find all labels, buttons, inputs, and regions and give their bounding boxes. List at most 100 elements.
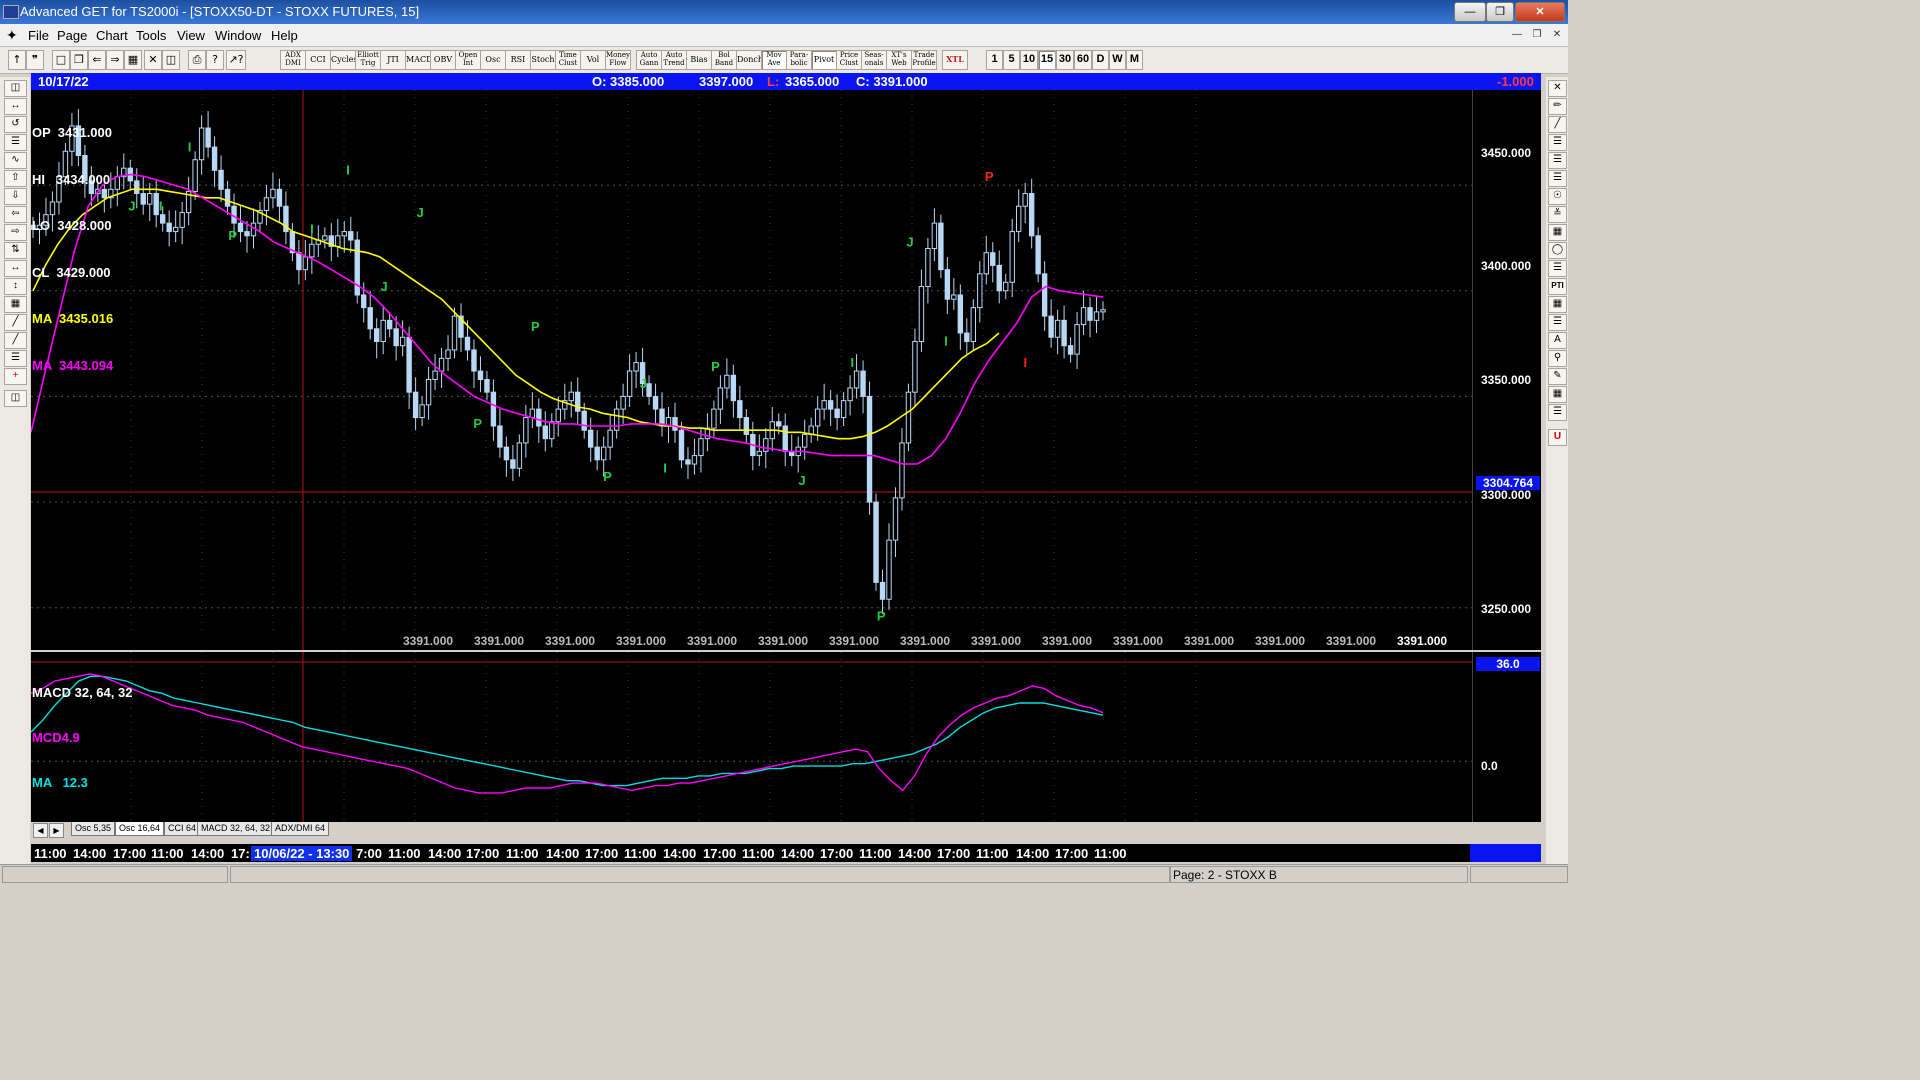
table-icon[interactable]: ▦ xyxy=(1548,386,1567,403)
mdi-close-icon[interactable]: ✕ xyxy=(1548,27,1566,43)
layers-icon[interactable]: ☰ xyxy=(1548,404,1567,421)
period-button-1[interactable]: 1 xyxy=(986,50,1003,70)
study-button-bias[interactable]: Bias xyxy=(686,50,712,70)
pitchfork-icon[interactable]: ☰ xyxy=(1548,260,1567,277)
menu-chart[interactable]: Chart xyxy=(96,28,128,43)
help-icon[interactable]: ? xyxy=(206,50,224,70)
quote-icon[interactable]: ❞ xyxy=(26,50,44,70)
period-button-30[interactable]: 30 xyxy=(1056,50,1074,70)
study-button-openint[interactable]: Open Int xyxy=(455,50,481,70)
context-help-icon[interactable]: ↗? xyxy=(226,50,246,70)
study-button-donch[interactable]: Donch xyxy=(736,50,762,70)
study-button-tradeprofile[interactable]: Trade Profile xyxy=(911,50,937,70)
maximize-icon[interactable]: ❐ xyxy=(1486,2,1514,22)
text-tool-icon[interactable]: A xyxy=(1548,332,1567,349)
tab-scroll-right-icon[interactable]: ▶ xyxy=(49,823,64,838)
study-button-osc[interactable]: Osc xyxy=(480,50,506,70)
grid-toggle-icon[interactable]: ▦ xyxy=(4,296,27,313)
menu-tools[interactable]: Tools xyxy=(136,28,166,43)
study-button-seasonals[interactable]: Seas-onals xyxy=(861,50,887,70)
trendline-icon[interactable]: ╱ xyxy=(1548,116,1567,133)
reset-icon[interactable]: ↺ xyxy=(4,116,27,133)
mob-icon[interactable]: ☰ xyxy=(1548,314,1567,331)
print-icon[interactable]: ⎙ xyxy=(188,50,206,70)
open-folder-icon[interactable]: ◫ xyxy=(4,80,27,97)
spiral-icon[interactable]: ☉ xyxy=(1548,188,1567,205)
expand-icon[interactable]: ↔ xyxy=(4,260,27,277)
study-button-vol[interactable]: Vol xyxy=(580,50,606,70)
ellipse-icon[interactable]: ◯ xyxy=(1548,242,1567,259)
period-button-d[interactable]: D xyxy=(1092,50,1109,70)
study-button-autogann[interactable]: Auto Gann xyxy=(636,50,662,70)
menu-page[interactable]: Page xyxy=(57,28,87,43)
pti-icon[interactable]: PTI xyxy=(1548,278,1567,295)
properties-icon[interactable]: ◫ xyxy=(4,390,27,407)
period-button-10[interactable]: 10 xyxy=(1020,50,1038,70)
period-button-m[interactable]: M xyxy=(1126,50,1143,70)
macd-panel[interactable]: MACD 32, 64, 32 MCD4.9 MA 12.3 36.0 0.0 xyxy=(31,652,1541,822)
layout-icon[interactable]: ◫ xyxy=(162,50,180,70)
arrow-left-icon[interactable]: ⇦ xyxy=(4,206,27,223)
fan-icon[interactable]: ≚ xyxy=(1548,206,1567,223)
price-chart[interactable]: J I I P I I J J P P P J I P J I P J I P I OP 3431.000 HI 343… xyxy=(31,90,1541,650)
gann-icon[interactable]: ╱ xyxy=(4,332,27,349)
fib-ext-icon[interactable]: ☰ xyxy=(1548,152,1567,169)
menu-help[interactable]: Help xyxy=(271,28,298,43)
matrix-icon[interactable]: ▦ xyxy=(1548,296,1567,313)
period-button-w[interactable]: W xyxy=(1109,50,1126,70)
tab-osc-5-35[interactable]: Osc 5,35 xyxy=(71,822,116,836)
grid-icon[interactable]: ▦ xyxy=(124,50,142,70)
study-button-jti[interactable]: JTI xyxy=(380,50,406,70)
tab-adx-dmi[interactable]: ADX/DMI 64 xyxy=(271,822,330,836)
fib-ret-icon[interactable]: ☰ xyxy=(1548,134,1567,151)
study-button-movave[interactable]: Mov Ave xyxy=(761,50,787,70)
mdi-restore-icon[interactable]: ❐ xyxy=(1528,27,1546,43)
arrow-down-icon[interactable]: ⇩ xyxy=(4,188,27,205)
study-button-parabolic[interactable]: Para-bolic xyxy=(786,50,812,70)
study-icon[interactable]: ☰ xyxy=(4,134,27,151)
tab-cci-64[interactable]: CCI 64 xyxy=(164,822,201,836)
crosshair-icon[interactable]: + xyxy=(4,368,27,385)
fib-icon[interactable]: ☰ xyxy=(4,350,27,367)
period-button-60[interactable]: 60 xyxy=(1074,50,1092,70)
period-button-15[interactable]: 15 xyxy=(1038,50,1056,70)
study-button-priceclust[interactable]: Price Clust xyxy=(836,50,862,70)
period-button-5[interactable]: 5 xyxy=(1003,50,1020,70)
close-icon[interactable]: ✕ xyxy=(1515,2,1565,22)
menu-window[interactable]: Window xyxy=(215,28,261,43)
remove-icon[interactable]: ✕ xyxy=(1548,80,1567,97)
forward-icon[interactable]: ⇒ xyxy=(106,50,124,70)
eraser-icon[interactable]: ✎ xyxy=(1548,368,1567,385)
zoom-arrows-icon[interactable]: ↔ xyxy=(4,98,27,115)
menu-view[interactable]: View xyxy=(177,28,205,43)
tab-macd[interactable]: MACD 32, 64, 32 xyxy=(197,822,275,836)
study-button-xtsweb[interactable]: XT's Web xyxy=(886,50,912,70)
back-icon[interactable]: ⇐ xyxy=(88,50,106,70)
new-page-icon[interactable]: □ xyxy=(52,50,70,70)
tab-osc-16-64[interactable]: Osc 16,64 xyxy=(115,822,165,836)
menu-file[interactable]: File xyxy=(28,28,49,43)
channel-icon[interactable]: ▦ xyxy=(1548,224,1567,241)
magnet-icon[interactable]: U xyxy=(1548,429,1567,446)
compress-icon[interactable]: ⇅ xyxy=(4,242,27,259)
lines-icon[interactable]: ╱ xyxy=(4,314,27,331)
study-button-elliotttrig[interactable]: Elliott Trig xyxy=(355,50,381,70)
study-button-timeclust[interactable]: Time Clust xyxy=(555,50,581,70)
pencil-icon[interactable]: ✏ xyxy=(1548,98,1567,115)
study-button-cci[interactable]: CCI xyxy=(305,50,331,70)
arrow-up-icon[interactable]: ⇧ xyxy=(4,170,27,187)
magnify-icon[interactable]: ⚲ xyxy=(1548,350,1567,367)
pointer-icon[interactable]: ↑ xyxy=(8,50,26,70)
elliott-icon[interactable]: ∿ xyxy=(4,152,27,169)
study-button-bolband[interactable]: Bol Band xyxy=(711,50,737,70)
study-button-moneyflow[interactable]: Money Flow xyxy=(605,50,631,70)
tab-scroll-left-icon[interactable]: ◀ xyxy=(33,823,48,838)
scale-icon[interactable]: ↕ xyxy=(4,278,27,295)
study-button-autotrend[interactable]: Auto Trend xyxy=(661,50,687,70)
mdi-minimize-icon[interactable]: — xyxy=(1508,27,1526,43)
study-button-rsi[interactable]: RSI xyxy=(505,50,531,70)
copy-icon[interactable]: ❐ xyxy=(70,50,88,70)
study-button-cycles[interactable]: Cycles xyxy=(330,50,356,70)
study-button-stoch[interactable]: Stoch xyxy=(530,50,556,70)
arrow-right-icon[interactable]: ⇨ xyxy=(4,224,27,241)
